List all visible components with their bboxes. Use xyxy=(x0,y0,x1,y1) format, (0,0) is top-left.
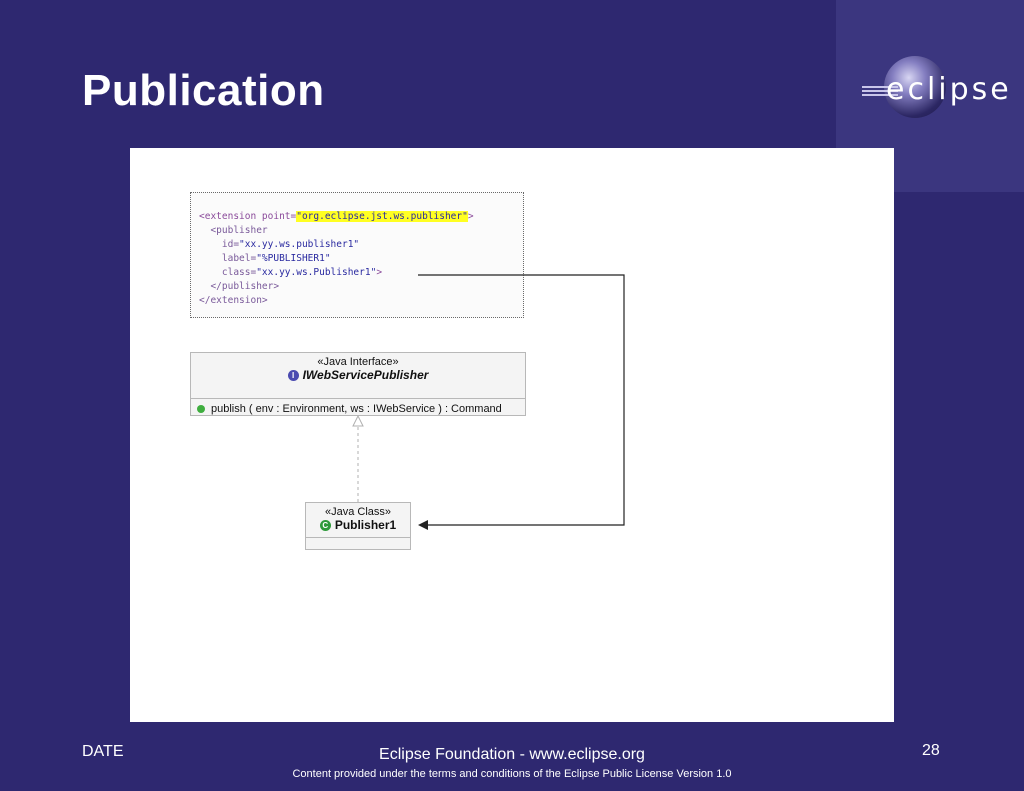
diagram-connectors xyxy=(352,274,625,530)
slide: Publication eclipse <extension point="or… xyxy=(0,0,1024,791)
realization-arrowhead xyxy=(352,414,364,427)
footer-license: Content provided under the terms and con… xyxy=(292,768,732,780)
class-reference-line xyxy=(418,274,625,526)
page-number: 28 xyxy=(922,742,940,759)
slide-title: Publication xyxy=(82,66,325,115)
class-reference-arrowhead xyxy=(418,520,428,530)
content-panel: <extension point="org.eclipse.jst.ws.pub… xyxy=(130,148,894,722)
logo-text: eclipse xyxy=(886,72,1012,107)
footer-center: Eclipse Foundation - www.eclipse.org xyxy=(379,746,645,763)
